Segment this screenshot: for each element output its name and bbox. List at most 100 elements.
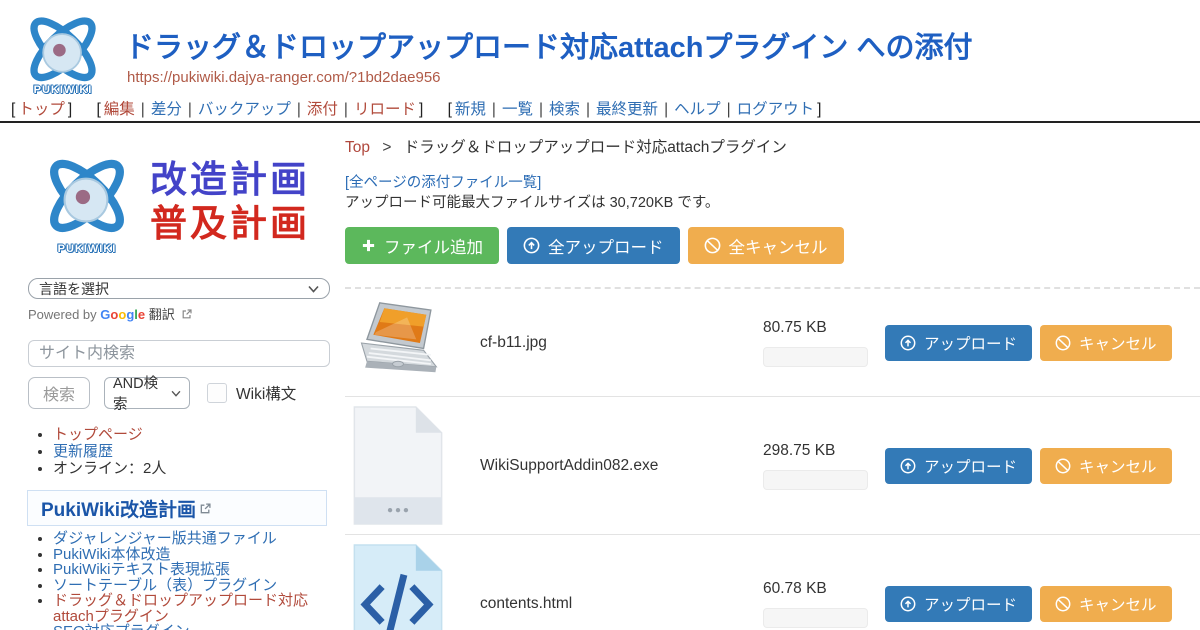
cancel-button[interactable]: キャンセル — [1040, 448, 1172, 484]
file-name: contents.html — [452, 595, 737, 613]
google-logo: Google — [100, 307, 145, 322]
file-row: WikiSupportAddin082.exe 298.75 KB アップロード… — [345, 396, 1200, 534]
site-slogan: 改造計画 普及計画 — [150, 158, 310, 247]
upload-progress-bar — [763, 608, 868, 628]
upload-circle-icon — [900, 596, 916, 612]
translate-link[interactable]: 翻訳 — [149, 307, 175, 322]
nav-link-search[interactable]: 検索 — [549, 101, 580, 118]
cancel-button[interactable]: キャンセル — [1040, 325, 1172, 361]
cancel-button[interactable]: キャンセル — [1040, 586, 1172, 622]
list-item: PukiWiki本体改造 — [53, 547, 330, 563]
sidebar-link-core-mod[interactable]: PukiWiki本体改造 — [53, 546, 171, 563]
upload-progress-bar — [763, 470, 868, 490]
sidebar-link-common-files[interactable]: ダジャレンジャー版共通ファイル — [53, 530, 277, 547]
file-row: cf-b11.jpg 80.75 KB アップロード キャンセル — [345, 289, 1200, 396]
laptop-photo-thumbnail — [352, 301, 444, 385]
sidebar-quick-links: トップページ 更新履歴 オンライン：2人 — [34, 426, 166, 477]
slogan-line-1: 改造計画 — [150, 158, 310, 202]
upload-circle-icon — [900, 335, 916, 351]
nav-link-attach[interactable]: 添付 — [307, 101, 338, 118]
nav-link-edit[interactable]: 編集 — [104, 101, 135, 118]
nav-link-reload[interactable]: リロード — [354, 101, 416, 118]
list-item: PukiWikiテキスト表現拡張 — [53, 562, 330, 578]
nav-link-help[interactable]: ヘルプ — [674, 101, 721, 118]
list-item: ドラッグ＆ドロップアップロード対応attachプラグイン — [53, 593, 330, 624]
upload-progress-bar — [763, 347, 868, 367]
upload-toolbar: ファイル追加 全アップロード 全キャンセル — [345, 227, 844, 264]
header-divider-line — [0, 121, 1200, 123]
nav-link-logout[interactable]: ログアウト — [737, 101, 815, 118]
search-button[interactable]: 検索 — [28, 377, 90, 409]
file-size: 80.75 KB — [763, 319, 868, 337]
nav-link-list[interactable]: 一覧 — [502, 101, 533, 118]
list-item: 更新履歴 — [53, 443, 166, 460]
search-controls: 検索 AND検索 Wiki構文 — [28, 377, 296, 409]
nav-link-diff[interactable]: 差分 — [151, 101, 182, 118]
nav-link-backup[interactable]: バックアップ — [198, 101, 291, 118]
wiki-syntax-checkbox[interactable] — [207, 383, 227, 403]
file-size: 298.75 KB — [763, 442, 868, 460]
sidebar-link-sort-table[interactable]: ソートテーブル（表）プラグイン — [53, 577, 277, 594]
sidebar-online-count: オンライン：2人 — [53, 460, 166, 477]
all-attachments-link[interactable]: [全ページの添付ファイル一覧] — [345, 171, 541, 192]
chevron-down-icon — [308, 285, 319, 293]
page-title: ドラッグ＆ドロップアップロード対応attachプラグイン への添付 — [125, 24, 972, 66]
upload-all-button[interactable]: 全アップロード — [507, 227, 680, 264]
nav-link-recent[interactable]: 最終更新 — [596, 101, 658, 118]
pukiwiki-logo[interactable]: PUKIWIKI — [18, 6, 108, 98]
sidebar-link-seo[interactable]: SEO対応プラグイン — [53, 623, 190, 630]
file-name: WikiSupportAddin082.exe — [452, 457, 737, 475]
search-mode-select[interactable]: AND検索 — [104, 377, 190, 409]
site-search-input[interactable] — [28, 340, 330, 367]
slogan-line-2: 普及計画 — [150, 202, 310, 246]
section-title-link[interactable]: PukiWiki改造計画 — [41, 495, 196, 522]
pukiwiki-brand-label: PUKIWIKI — [34, 84, 93, 96]
nav-link-new[interactable]: 新規 — [455, 101, 486, 118]
breadcrumb-home-link[interactable]: Top — [345, 139, 370, 156]
sidebar-section-links: ダジャレンジャー版共通ファイル PukiWiki本体改造 PukiWikiテキス… — [34, 531, 330, 630]
upload-button[interactable]: アップロード — [885, 448, 1032, 484]
page-url-link[interactable]: https://pukiwiki.dajya-ranger.com/?1bd2d… — [127, 69, 441, 86]
external-link-icon — [182, 309, 192, 319]
upload-button[interactable]: アップロード — [885, 325, 1032, 361]
atom-logo-icon — [28, 147, 146, 251]
google-translate-attribution: Powered by Google 翻訳 — [28, 304, 192, 323]
nav-group-site: [新規|一覧|検索|最終更新|ヘルプ|ログアウト] — [445, 101, 825, 118]
upload-circle-icon — [523, 237, 540, 254]
nav-group-top: [トップ] — [8, 101, 75, 118]
sidebar-site-logo[interactable]: PUKIWIKI 改造計画 普及計画 — [28, 146, 330, 258]
add-files-button[interactable]: ファイル追加 — [345, 227, 499, 264]
ban-icon — [704, 237, 721, 254]
sidebar-link-dnd-attach[interactable]: ドラッグ＆ドロップアップロード対応attachプラグイン — [53, 592, 308, 625]
search-mode-value: AND検索 — [113, 372, 171, 414]
list-item: オンライン：2人 — [53, 460, 166, 477]
sidebar-link-top-page[interactable]: トップページ — [53, 426, 143, 443]
nav-group-page: [編集|差分|バックアップ|添付|リロード] — [93, 101, 426, 118]
breadcrumb: Top > ドラッグ＆ドロップアップロード対応attachプラグイン — [345, 135, 787, 157]
sidebar-section-header: PukiWiki改造計画 — [27, 490, 327, 526]
upload-button[interactable]: アップロード — [885, 586, 1032, 622]
list-item: SEO対応プラグイン — [53, 624, 330, 630]
ban-icon — [1055, 335, 1071, 351]
list-item: ソートテーブル（表）プラグイン — [53, 578, 330, 594]
plus-icon — [361, 238, 376, 253]
ban-icon — [1055, 458, 1071, 474]
file-name: cf-b11.jpg — [452, 334, 737, 352]
breadcrumb-current: ドラッグ＆ドロップアップロード対応attachプラグイン — [404, 139, 787, 156]
wiki-syntax-label: Wiki構文 — [236, 382, 296, 404]
max-upload-size-text: アップロード可能最大ファイルサイズは 30,720KB です。 — [345, 191, 719, 212]
list-item: ダジャレンジャー版共通ファイル — [53, 531, 330, 547]
upload-circle-icon — [900, 458, 916, 474]
pukiwiki-brand-label: PUKIWIKI — [58, 243, 117, 255]
list-item: トップページ — [53, 426, 166, 443]
generic-file-icon — [352, 405, 444, 526]
sidebar-link-text-extension[interactable]: PukiWikiテキスト表現拡張 — [53, 561, 230, 578]
nav-link-top[interactable]: トップ — [18, 101, 65, 118]
nav-bar: [トップ] [編集|差分|バックアップ|添付|リロード] [新規|一覧|検索|最… — [8, 97, 838, 119]
cancel-all-button[interactable]: 全キャンセル — [688, 227, 844, 264]
html-file-icon — [352, 543, 444, 630]
language-select[interactable]: 言語を選択 — [28, 278, 330, 299]
file-row: contents.html 60.78 KB アップロード キャンセル — [345, 534, 1200, 630]
language-select-value: 言語を選択 — [39, 279, 109, 299]
sidebar-link-update-history[interactable]: 更新履歴 — [53, 443, 113, 460]
